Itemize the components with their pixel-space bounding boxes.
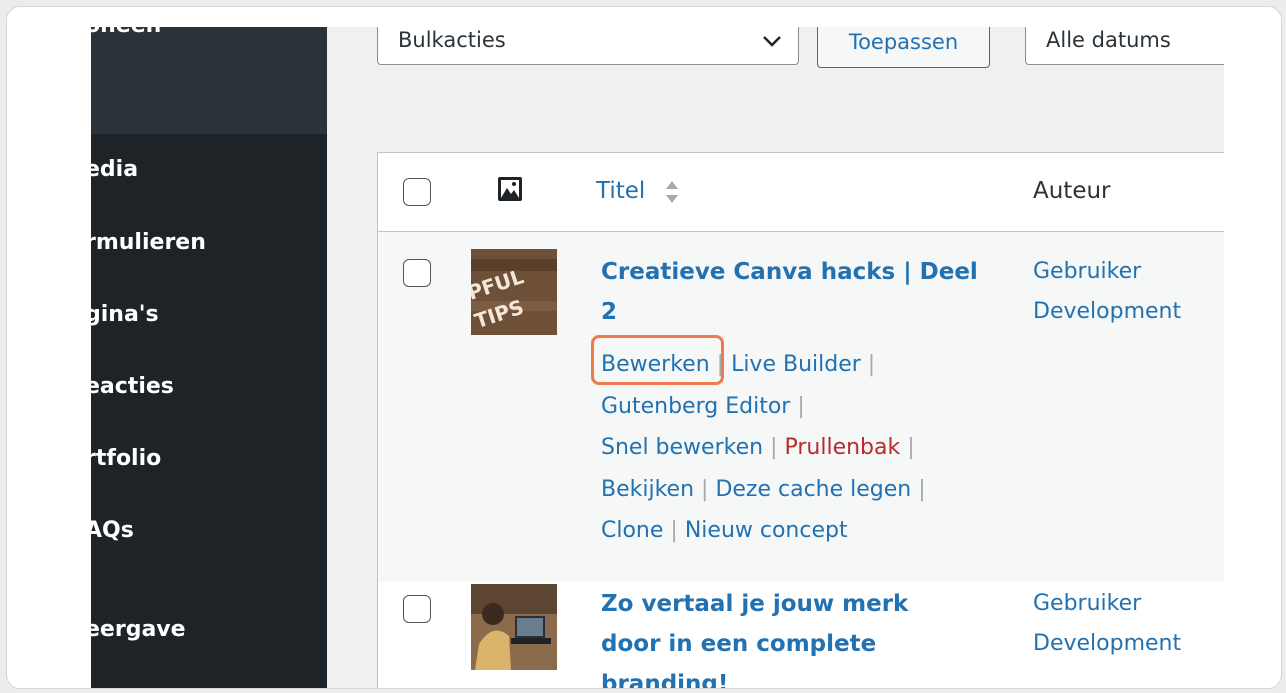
sidebar-item-faqs[interactable]: AQs bbox=[91, 518, 134, 543]
admin-viewport: oneen edia rmulieren gina's eacties rtfo… bbox=[91, 27, 1224, 689]
bulk-actions-select[interactable]: Bulkacties bbox=[377, 27, 799, 65]
date-filter-value: Alle datums bbox=[1046, 28, 1171, 52]
post-title-line: door in een complete bbox=[601, 631, 877, 657]
thumbnail-image: PFUL TIPS bbox=[471, 249, 557, 335]
post-title-line: 2 bbox=[601, 299, 618, 325]
new-draft-link[interactable]: Nieuw concept bbox=[685, 518, 848, 543]
author-column-header: Auteur bbox=[1033, 178, 1111, 204]
post-thumbnail[interactable] bbox=[471, 584, 557, 670]
edit-link-highlight bbox=[591, 335, 724, 385]
author-line: Gebruiker bbox=[1033, 591, 1142, 616]
table-row: PFUL TIPS Creatieve Canva hacks | Deel 2… bbox=[378, 232, 1224, 582]
sidebar-item-portfolio[interactable]: rtfolio bbox=[91, 446, 161, 471]
quick-edit-link[interactable]: Snel bewerken bbox=[601, 435, 763, 460]
post-title-link[interactable]: Creatieve Canva hacks | Deel 2 bbox=[601, 252, 1001, 332]
sidebar-item-forms[interactable]: rmulieren bbox=[91, 230, 206, 255]
separator: | bbox=[701, 476, 709, 502]
sidebar-item-comments[interactable]: eacties bbox=[91, 374, 174, 399]
row-checkbox[interactable] bbox=[403, 259, 431, 287]
view-link[interactable]: Bekijken bbox=[601, 477, 694, 502]
admin-sidebar: oneen edia rmulieren gina's eacties rtfo… bbox=[91, 27, 327, 688]
main-content: Bulkacties Toepassen Alle datums Titel A… bbox=[327, 27, 1224, 689]
date-filter-select[interactable]: Alle datums bbox=[1025, 27, 1224, 65]
post-author-link[interactable]: Gebruiker Development bbox=[1033, 584, 1181, 664]
separator: | bbox=[797, 393, 805, 419]
author-line: Gebruiker bbox=[1033, 259, 1142, 284]
thumbnail-image bbox=[471, 584, 557, 670]
gutenberg-editor-link[interactable]: Gutenberg Editor bbox=[601, 394, 790, 419]
title-column-header[interactable]: Titel bbox=[596, 178, 645, 204]
clear-cache-link[interactable]: Deze cache legen bbox=[715, 477, 911, 502]
sidebar-item-partial: oneen bbox=[91, 27, 161, 38]
bulk-actions-value: Bulkacties bbox=[398, 28, 506, 52]
trash-link[interactable]: Prullenbak bbox=[784, 435, 900, 460]
sidebar-item-pages[interactable]: gina's bbox=[91, 302, 159, 327]
apply-button[interactable]: Toepassen bbox=[817, 27, 990, 68]
live-builder-link[interactable]: Live Builder bbox=[731, 352, 861, 377]
screenshot-frame: oneen edia rmulieren gina's eacties rtfo… bbox=[6, 6, 1282, 689]
separator: | bbox=[907, 435, 915, 460]
post-title-line: Creatieve Canva hacks | Deel bbox=[601, 259, 978, 285]
table-header: Titel Auteur bbox=[378, 153, 1224, 232]
table-row: Zo vertaal je jouw merk door in een comp… bbox=[378, 582, 1224, 689]
select-all-checkbox[interactable] bbox=[403, 178, 431, 206]
row-checkbox[interactable] bbox=[403, 595, 431, 623]
separator: | bbox=[867, 352, 876, 377]
post-title-line: Zo vertaal je jouw merk bbox=[601, 591, 909, 617]
post-title-link[interactable]: Zo vertaal je jouw merk door in een comp… bbox=[601, 584, 1001, 689]
clone-link[interactable]: Clone bbox=[601, 518, 663, 543]
author-line: Development bbox=[1033, 299, 1182, 324]
sidebar-item-media[interactable]: edia bbox=[91, 157, 138, 182]
sidebar-item-appearance[interactable]: eergave bbox=[91, 617, 186, 642]
author-line: Development bbox=[1033, 631, 1182, 656]
separator: | bbox=[770, 435, 778, 460]
separator: | bbox=[670, 518, 678, 543]
image-icon bbox=[498, 177, 522, 201]
separator: | bbox=[918, 476, 926, 502]
post-title-line: branding! bbox=[601, 671, 729, 689]
sidebar-active-block[interactable]: oneen bbox=[91, 27, 327, 134]
sort-icon[interactable] bbox=[663, 178, 681, 206]
post-author-link[interactable]: Gebruiker Development bbox=[1033, 252, 1181, 332]
post-thumbnail[interactable]: PFUL TIPS bbox=[471, 249, 557, 335]
posts-table: Titel Auteur PFUL TIPS Creatieve Canva h… bbox=[377, 152, 1224, 689]
chevron-down-icon bbox=[763, 36, 781, 47]
